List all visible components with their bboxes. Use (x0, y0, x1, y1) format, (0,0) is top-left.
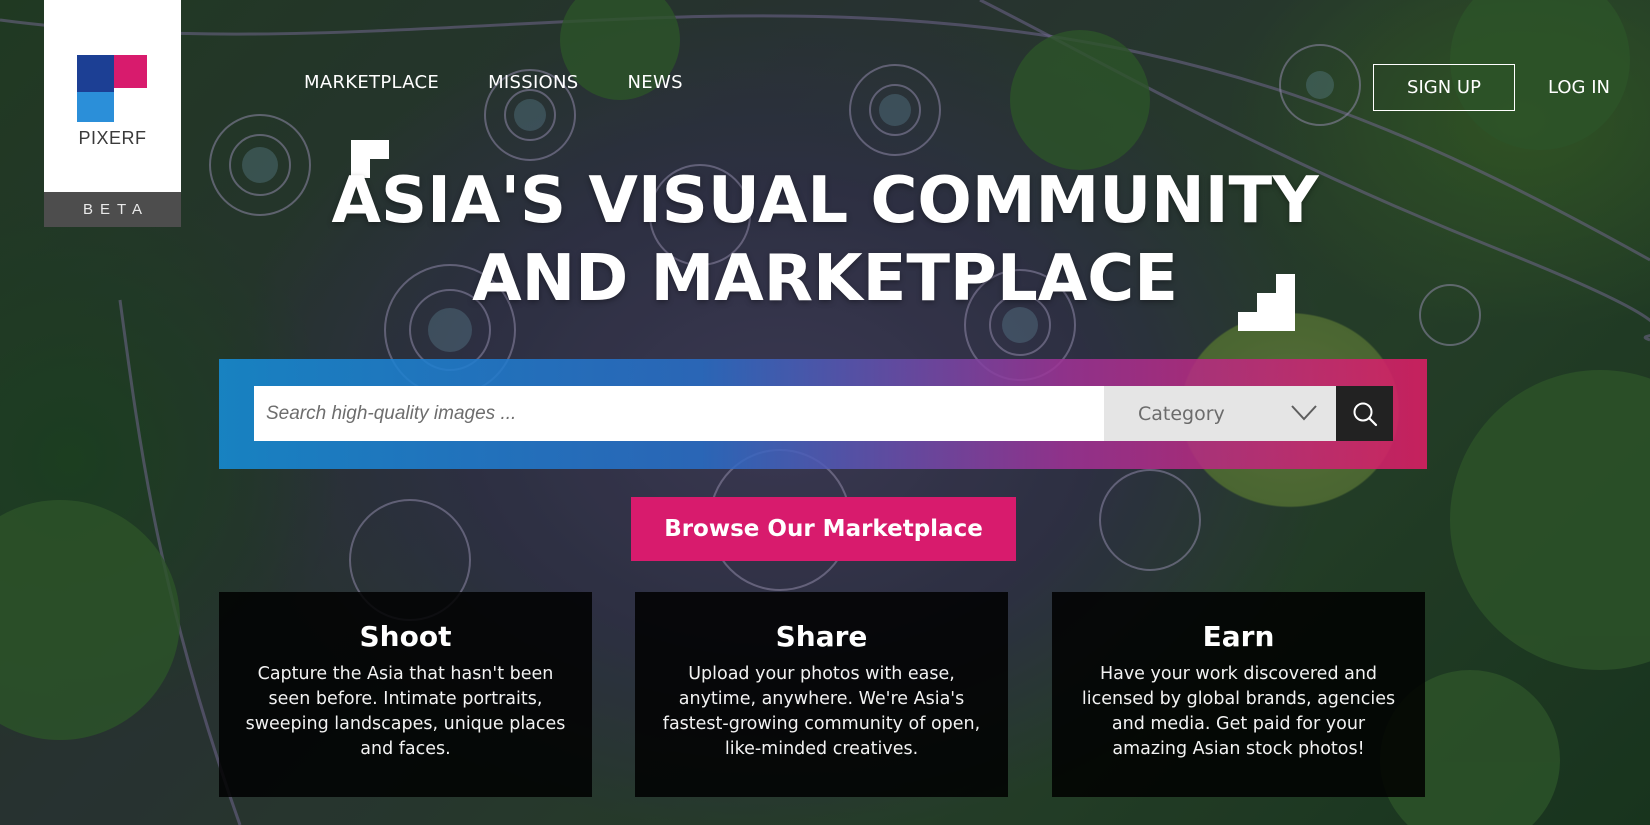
logo-mark-blue (77, 92, 114, 122)
category-select[interactable]: Category (1104, 386, 1336, 441)
browse-marketplace-button[interactable]: Browse Our Marketplace (631, 497, 1016, 561)
auth-links: SIGN UP LOG IN (1373, 64, 1610, 111)
sign-up-button[interactable]: SIGN UP (1373, 64, 1515, 111)
chevron-down-icon (1291, 405, 1317, 421)
feature-card-share: Share Upload your photos with ease, anyt… (635, 592, 1008, 797)
category-label: Category (1138, 402, 1225, 425)
headline-corner-bottom-right (1238, 274, 1295, 331)
feature-card-shoot: Shoot Capture the Asia that hasn't been … (219, 592, 592, 797)
feature-text: Capture the Asia that hasn't been seen b… (245, 664, 566, 759)
brand-logo[interactable]: PIXERF BETA (44, 0, 181, 227)
main-nav: MARKETPLACE MISSIONS NEWS (304, 72, 683, 93)
beta-badge: BETA (44, 192, 181, 227)
feature-text: Have your work discovered and licensed b… (1081, 664, 1396, 759)
logo-mark-navy (77, 55, 114, 92)
hero-headline: ASIA'S VISUAL COMMUNITY AND MARKETPLACE (300, 162, 1350, 318)
logo-panel: PIXERF (44, 0, 181, 192)
hero-headline-line-2: AND MARKETPLACE (472, 242, 1178, 316)
feature-title: Share (775, 620, 868, 653)
feature-title: Shoot (359, 620, 452, 653)
log-in-link[interactable]: LOG IN (1548, 77, 1610, 98)
nav-marketplace[interactable]: MARKETPLACE (304, 72, 439, 93)
search-input[interactable] (254, 386, 1104, 441)
logo-mark-pink (114, 55, 147, 88)
feature-text: Upload your photos with ease, anytime, a… (662, 664, 981, 759)
search-icon (1353, 402, 1377, 426)
nav-news[interactable]: NEWS (628, 72, 683, 93)
hero-headline-line-1: ASIA'S VISUAL COMMUNITY (331, 164, 1319, 238)
logo-wordmark: PIXERF (78, 128, 147, 148)
search-button[interactable] (1336, 386, 1393, 441)
feature-card-earn: Earn Have your work discovered and licen… (1052, 592, 1425, 797)
nav-missions[interactable]: MISSIONS (488, 72, 578, 93)
feature-title: Earn (1202, 620, 1275, 653)
